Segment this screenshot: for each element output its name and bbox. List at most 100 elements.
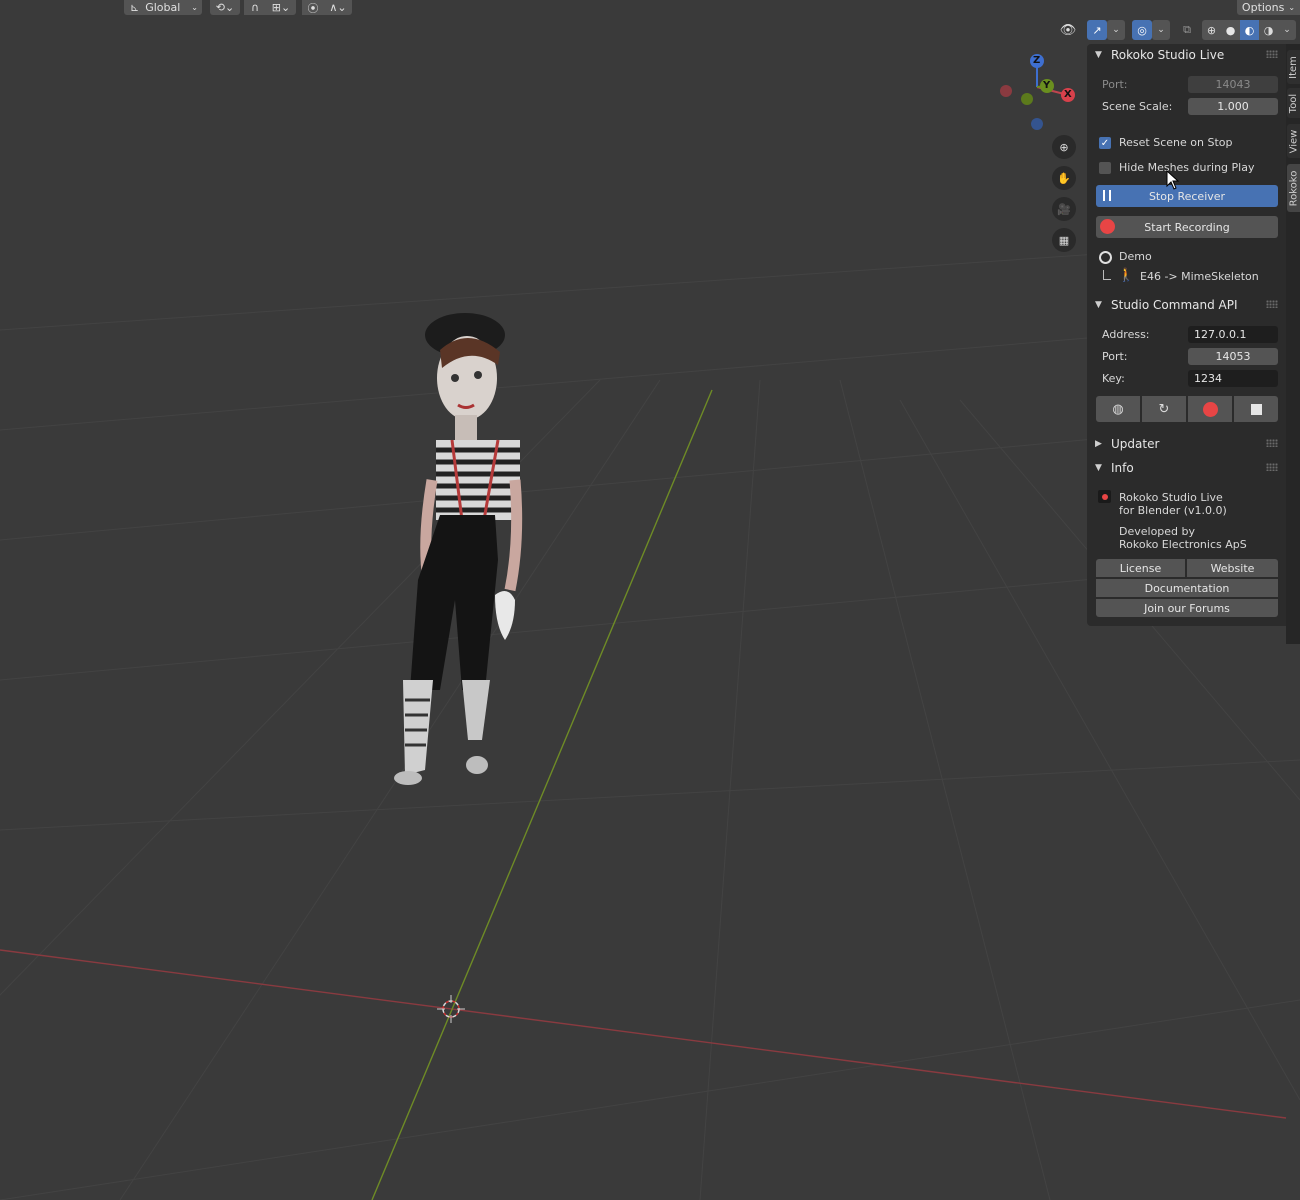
- wireframe-sphere-icon: ⊕: [1206, 23, 1217, 37]
- drag-grip-icon[interactable]: [1266, 300, 1278, 308]
- key-field[interactable]: 1234: [1188, 370, 1278, 387]
- scene-scale-field[interactable]: 1.000: [1188, 98, 1278, 115]
- orientation-icon: ⊾: [130, 1, 140, 14]
- updater-title: Updater: [1111, 437, 1160, 451]
- shading-material[interactable]: ◐: [1240, 20, 1259, 40]
- gizmo-x-label: X: [1064, 89, 1072, 100]
- command-api-title: Studio Command API: [1111, 298, 1238, 312]
- gizmo-icon: ↗: [1092, 23, 1102, 37]
- start-recording-label: Start Recording: [1144, 220, 1230, 234]
- hide-meshes-checkbox[interactable]: [1099, 162, 1111, 174]
- shading-rendered[interactable]: ◑: [1259, 20, 1278, 40]
- falloff-dropdown[interactable]: ∧⌄: [324, 0, 352, 15]
- info-line-1: Rokoko Studio Live: [1119, 491, 1223, 504]
- command-button-row: ◍ ↻: [1096, 396, 1278, 422]
- overlays-toggle[interactable]: ◎: [1132, 20, 1152, 40]
- stop-receiver-label: Stop Receiver: [1148, 189, 1226, 203]
- options-dropdown[interactable]: Options ⌄: [1237, 0, 1300, 15]
- updater-header[interactable]: ▶ Updater: [1087, 433, 1286, 455]
- scene-scale-label: Scene Scale:: [1102, 100, 1173, 113]
- drag-grip-icon[interactable]: [1266, 50, 1278, 58]
- documentation-button[interactable]: Documentation: [1096, 579, 1278, 597]
- studio-live-header[interactable]: ▼ Rokoko Studio Live: [1087, 44, 1286, 66]
- mime-character[interactable]: [394, 313, 523, 785]
- demo-radio-icon[interactable]: [1099, 251, 1112, 264]
- armature-person-icon: 🚶: [1118, 268, 1135, 283]
- drag-grip-icon[interactable]: [1266, 463, 1278, 471]
- zoom-button[interactable]: ⊕: [1052, 135, 1076, 159]
- info-header[interactable]: ▼ Info: [1087, 457, 1286, 479]
- record-dot-icon: [1202, 401, 1218, 417]
- overlays-icon: ◎: [1137, 23, 1147, 37]
- eye-icon: 👁: [1059, 22, 1077, 38]
- tab-item-label: Item: [1288, 55, 1300, 79]
- restart-icon: ↻: [1158, 401, 1170, 417]
- drag-grip-icon[interactable]: [1266, 439, 1278, 447]
- calibrate-button[interactable]: ◍: [1096, 396, 1140, 422]
- snap-toggle[interactable]: ∩: [244, 0, 266, 15]
- studio-live-title: Rokoko Studio Live: [1111, 48, 1225, 62]
- forums-button[interactable]: Join our Forums: [1096, 599, 1278, 617]
- api-port-field[interactable]: 14053: [1188, 348, 1278, 365]
- tab-item[interactable]: Item: [1287, 50, 1300, 84]
- command-api-header[interactable]: ▼ Studio Command API: [1087, 294, 1286, 316]
- camera-view-button[interactable]: 🎥: [1052, 197, 1076, 221]
- collapsed-triangle-icon: ▶: [1095, 439, 1102, 449]
- gizmo-dropdown[interactable]: ⌄: [1107, 20, 1125, 40]
- hierarchy-branch-icon: [1103, 270, 1111, 280]
- magnet-icon: ∩: [250, 1, 260, 14]
- tab-view-label: View: [1288, 129, 1300, 153]
- options-label: Options: [1241, 1, 1285, 14]
- port-label: Port:: [1102, 78, 1128, 91]
- reset-scene-checkbox[interactable]: ✓: [1099, 137, 1111, 149]
- tab-rokoko[interactable]: Rokoko: [1287, 164, 1300, 212]
- start-recording-button[interactable]: Start Recording: [1096, 216, 1278, 238]
- visibility-dropdown[interactable]: 👁: [1054, 20, 1082, 40]
- info-line-4: Rokoko Electronics ApS: [1119, 538, 1247, 551]
- website-button[interactable]: Website: [1187, 559, 1278, 577]
- perspective-toggle-button[interactable]: ▦: [1052, 228, 1076, 252]
- license-button[interactable]: License: [1096, 559, 1185, 577]
- shading-dropdown[interactable]: ⌄: [1278, 20, 1296, 40]
- chevron-down-icon: ⌄: [1112, 25, 1120, 35]
- overlays-dropdown[interactable]: ⌄: [1152, 20, 1170, 40]
- proportional-icon: ⦿: [307, 1, 319, 15]
- tab-tool-label: Tool: [1288, 93, 1299, 113]
- pivot-icon: ⟲⌄: [215, 1, 235, 14]
- mouse-pointer-icon: [1166, 170, 1180, 190]
- camera-icon: 🎥: [1057, 202, 1071, 216]
- solid-sphere-icon: ●: [1225, 23, 1236, 37]
- calibrate-icon: ◍: [1112, 401, 1124, 417]
- proportional-edit-toggle[interactable]: ⦿: [302, 0, 324, 15]
- restart-button[interactable]: ↻: [1142, 396, 1186, 422]
- rokoko-logo-icon: [1098, 490, 1111, 503]
- snap-target-dropdown[interactable]: ⊞⌄: [266, 0, 296, 15]
- pivot-point-dropdown[interactable]: ⟲⌄: [210, 0, 240, 15]
- demo-label: Demo: [1119, 250, 1152, 263]
- xray-toggle[interactable]: ⧉: [1177, 20, 1197, 40]
- x-axis-line: [0, 949, 1287, 1119]
- tab-view[interactable]: View: [1287, 124, 1300, 158]
- gizmo-toggle[interactable]: ↗: [1087, 20, 1107, 40]
- expanded-triangle-icon: ▼: [1095, 463, 1102, 473]
- tab-rokoko-label: Rokoko: [1288, 170, 1300, 206]
- stop-receiver-button[interactable]: Stop Receiver: [1096, 185, 1278, 207]
- pan-button[interactable]: ✋: [1052, 166, 1076, 190]
- xray-icon: ⧉: [1183, 23, 1191, 36]
- shading-wireframe[interactable]: ⊕: [1202, 20, 1221, 40]
- chevron-down-icon: ⌄: [1288, 3, 1296, 12]
- address-field[interactable]: 127.0.0.1: [1188, 326, 1278, 343]
- chevron-down-icon: ⌄: [1157, 25, 1165, 35]
- stop-button[interactable]: [1234, 396, 1278, 422]
- rendered-sphere-icon: ◑: [1263, 23, 1274, 37]
- tab-tool[interactable]: Tool: [1287, 88, 1300, 118]
- zoom-icon: ⊕: [1059, 140, 1069, 154]
- port-field[interactable]: 14043: [1188, 76, 1278, 93]
- record-button[interactable]: [1188, 396, 1232, 422]
- api-port-label: Port:: [1102, 350, 1128, 363]
- shading-solid[interactable]: ●: [1221, 20, 1240, 40]
- transform-orientation-dropdown[interactable]: ⊾ Global ⌄: [124, 0, 202, 15]
- reset-scene-label: Reset Scene on Stop: [1119, 136, 1233, 149]
- material-sphere-icon: ◐: [1244, 23, 1255, 37]
- stop-square-icon: [1250, 403, 1262, 415]
